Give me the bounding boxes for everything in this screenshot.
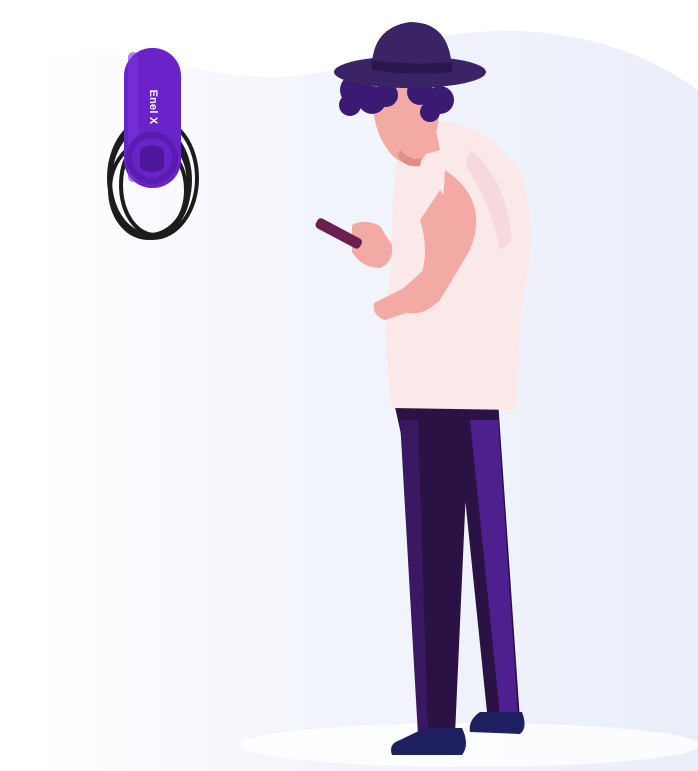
charger-brand-label: Enel X [147,89,159,125]
back-shoe [469,712,525,734]
scene-artwork [40,22,698,771]
floor-shadow [240,723,698,767]
illustration-scene: Enel X [0,0,698,771]
